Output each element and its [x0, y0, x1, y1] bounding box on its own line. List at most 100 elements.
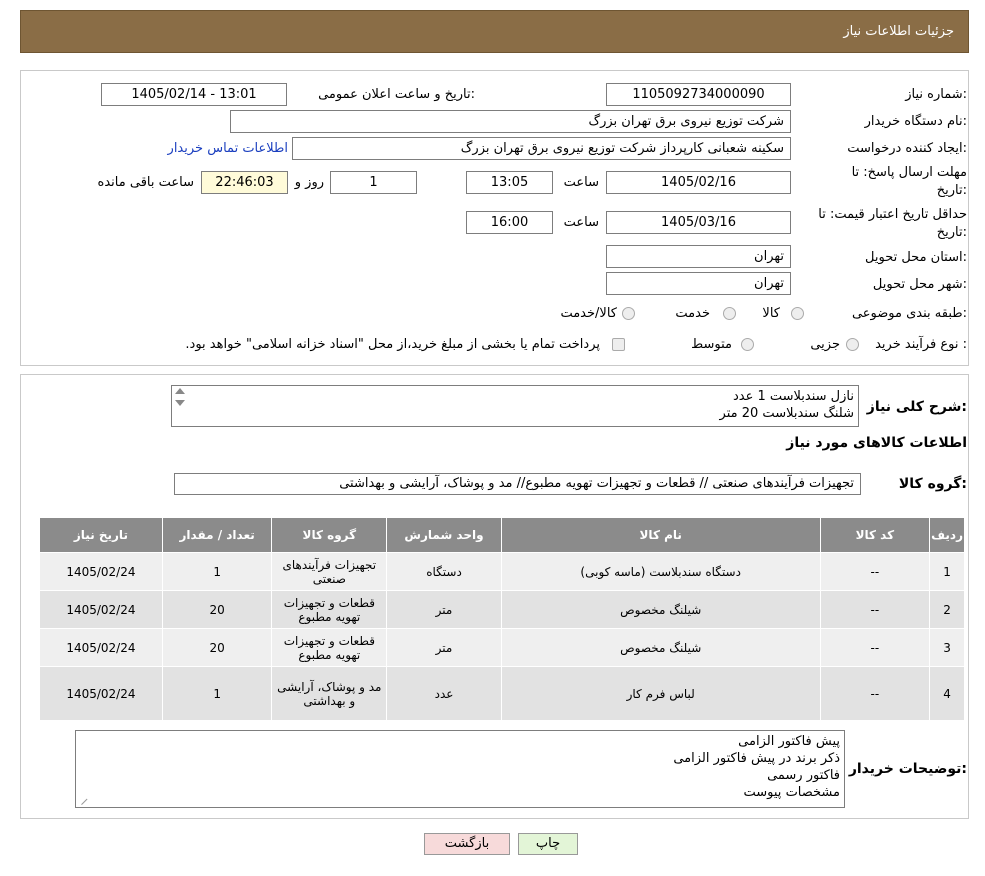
deadline-label: مهلت ارسال پاسخ: تا تاریخ: [852, 164, 967, 200]
summary-scroll-down-icon[interactable] [175, 400, 185, 406]
buyer-notes-label: توضیحات خریدار: [848, 761, 967, 777]
cell-date: 1405/02/24 [39, 552, 163, 591]
cell-name: دستگاه سندبلاست (ماسه کوبی) [500, 552, 821, 591]
need-number-label: شماره نیاز: [905, 87, 967, 102]
category-goods-radio[interactable] [791, 307, 804, 320]
deadline-label-line1: مهلت ارسال پاسخ: تا [851, 165, 967, 180]
city-field: تهران [606, 272, 791, 295]
province-field: تهران [606, 245, 791, 268]
goods-section-title: اطلاعات کالاهای مورد نیاز [786, 435, 967, 451]
cell-group: قطعات و تجهیزات تهویه مطبوع [271, 590, 388, 629]
creator-label: ایجاد کننده درخواست: [847, 141, 967, 156]
need-number-field: 1105092734000090 [606, 83, 791, 106]
cell-date: 1405/02/24 [39, 628, 163, 667]
buyer-field: شرکت توزیع نیروی برق تهران بزرگ [230, 110, 791, 133]
remaining-time-field: 22:46:03 [201, 171, 288, 194]
col-name: نام کالا [500, 517, 821, 553]
process-note: پرداخت تمام یا بخشی از مبلغ خرید،از محل … [185, 337, 600, 352]
summary-line-2: شلنگ سندبلاست 20 متر [719, 406, 854, 421]
goods-group-label: گروه کالا: [898, 476, 967, 492]
buyer-notes-textarea[interactable]: پیش فاکتور الزامی ذکر برند در پیش فاکتور… [75, 730, 845, 808]
days-label: روز و [294, 175, 324, 190]
back-button[interactable]: بازگشت [424, 833, 510, 855]
buyer-note-line-4: مشخصات پیوست [743, 785, 840, 800]
process-medium-label: متوسط [691, 337, 732, 352]
validity-date-field: 1405/03/16 [606, 211, 791, 234]
buyer-note-line-3: فاکتور رسمی [767, 768, 840, 783]
cell-qty: 1 [161, 552, 273, 591]
buyer-note-line-1: پیش فاکتور الزامی [738, 734, 840, 749]
col-qty: تعداد / مقدار [161, 517, 273, 553]
buyer-contact-link[interactable]: اطلاعات تماس خریدار [168, 141, 288, 156]
buyer-label: نام دستگاه خریدار: [864, 114, 967, 129]
cell-name: شیلنگ مخصوص [500, 628, 821, 667]
validity-label: حداقل تاریخ اعتبار قیمت: تا تاریخ: [818, 206, 967, 242]
goods-table-header: ردیف کد کالا نام کالا واحد شمارش گروه کا… [39, 517, 965, 553]
cell-code: -- [819, 666, 931, 721]
cell-code: -- [819, 590, 931, 629]
cell-row: 3 [929, 628, 965, 667]
cell-code: -- [819, 552, 931, 591]
process-medium-radio[interactable] [741, 338, 754, 351]
category-service-radio[interactable] [723, 307, 736, 320]
process-minor-label: جزیی [810, 337, 840, 352]
table-row: 3 -- شیلنگ مخصوص متر قطعات و تجهیزات تهو… [39, 628, 965, 667]
category-label: طبقه بندی موضوعی: [851, 306, 967, 321]
process-label: نوع فرآیند خرید : [875, 337, 967, 352]
deadline-date-field: 1405/02/16 [606, 171, 791, 194]
category-goods-service-radio[interactable] [622, 307, 635, 320]
col-group: گروه کالا [271, 517, 388, 553]
days-field: 1 [330, 171, 417, 194]
cell-qty: 1 [161, 666, 273, 721]
cell-name: شیلنگ مخصوص [500, 590, 821, 629]
cell-group: قطعات و تجهیزات تهویه مطبوع [271, 628, 388, 667]
category-goods-service-label: کالا/خدمت [560, 306, 617, 321]
col-date: تاریخ نیاز [39, 517, 163, 553]
province-label: استان محل تحویل: [865, 250, 967, 265]
goods-table: ردیف کد کالا نام کالا واحد شمارش گروه کا… [39, 517, 965, 721]
cell-unit: عدد [386, 666, 502, 721]
table-row: 2 -- شیلنگ مخصوص متر قطعات و تجهیزات تهو… [39, 590, 965, 629]
creator-field: سکینه شعبانی کارپرداز شرکت توزیع نیروی ب… [292, 137, 791, 160]
col-unit: واحد شمارش [386, 517, 502, 553]
table-row: 4 -- لباس فرم کار عدد مد و پوشاک، آرایشی… [39, 666, 965, 721]
deadline-time-label: ساعت [563, 175, 599, 190]
cell-row: 2 [929, 590, 965, 629]
category-goods-label: کالا [762, 306, 780, 321]
buyer-note-line-2: ذکر برند در پیش فاکتور الزامی [673, 751, 840, 766]
cell-qty: 20 [161, 590, 273, 629]
cell-row: 4 [929, 666, 965, 721]
cell-name: لباس فرم کار [500, 666, 821, 721]
cell-unit: دستگاه [386, 552, 502, 591]
cell-group: مد و پوشاک، آرایشی و بهداشتی [271, 666, 388, 721]
summary-scroll-up-icon[interactable] [175, 388, 185, 394]
col-row: ردیف [929, 517, 965, 553]
cell-unit: متر [386, 628, 502, 667]
page-title: جزئیات اطلاعات نیاز [843, 24, 954, 39]
goods-table-wrap: ردیف کد کالا نام کالا واحد شمارش گروه کا… [39, 517, 965, 721]
validity-label-line2: تاریخ: [936, 225, 967, 240]
cell-code: -- [819, 628, 931, 667]
print-button[interactable]: چاپ [518, 833, 578, 855]
summary-label: شرح کلی نیاز: [866, 399, 967, 415]
cell-unit: متر [386, 590, 502, 629]
announce-field: 1405/02/14 - 13:01 [101, 83, 287, 106]
deadline-time-field: 13:05 [466, 171, 553, 194]
cell-qty: 20 [161, 628, 273, 667]
cell-date: 1405/02/24 [39, 666, 163, 721]
remaining-label: ساعت باقی مانده [97, 175, 194, 190]
city-label: شهر محل تحویل: [872, 277, 967, 292]
summary-line-1: نازل سندبلاست 1 عدد [732, 389, 854, 404]
table-row: 1 -- دستگاه سندبلاست (ماسه کوبی) دستگاه … [39, 552, 965, 591]
process-treasury-checkbox[interactable] [612, 338, 625, 351]
cell-row: 1 [929, 552, 965, 591]
category-service-label: خدمت [675, 306, 710, 321]
goods-group-field: تجهیزات فرآیندهای صنعتی // قطعات و تجهیز… [174, 473, 861, 495]
cell-date: 1405/02/24 [39, 590, 163, 629]
summary-textarea[interactable]: نازل سندبلاست 1 عدد شلنگ سندبلاست 20 متر [171, 385, 859, 427]
process-minor-radio[interactable] [846, 338, 859, 351]
announce-label: تاریخ و ساعت اعلان عمومی: [318, 87, 475, 102]
col-code: کد کالا [819, 517, 931, 553]
validity-time-label: ساعت [563, 215, 599, 230]
validity-time-field: 16:00 [466, 211, 553, 234]
